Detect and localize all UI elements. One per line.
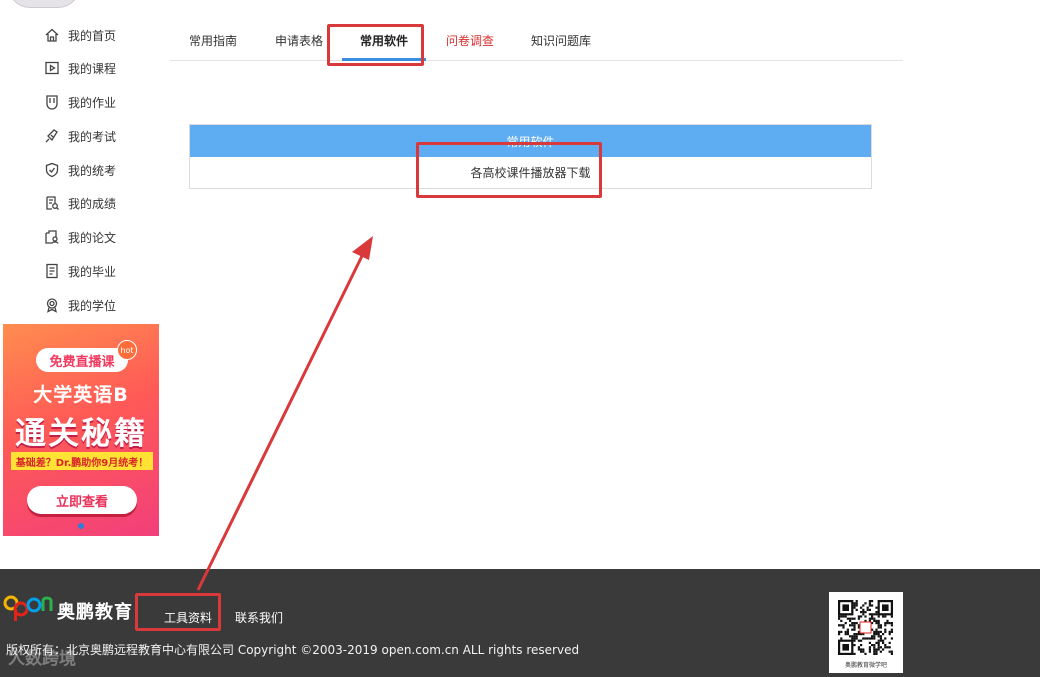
software-table: 常用软件 各高校课件播放器下载: [189, 124, 872, 189]
table-row[interactable]: 各高校课件播放器下载: [190, 157, 871, 188]
sidebar-item-label: 我的学位: [68, 298, 117, 313]
sidebar-item-label: 我的首页: [68, 28, 117, 43]
logo-text: 奥鹏教育: [57, 602, 133, 623]
sidebar-item-degree[interactable]: 我的学位: [44, 294, 116, 316]
tab-survey[interactable]: 问卷调查: [446, 32, 494, 49]
footer-link-tools[interactable]: 工具资料: [164, 609, 212, 626]
sidebar-item-label: 我的毕业: [68, 264, 117, 279]
banner-title: 大学英语B: [33, 384, 129, 406]
sidebar-item-label: 我的课程: [68, 61, 117, 76]
qr-caption: 奥鹏教育微学吧: [844, 662, 887, 669]
watermark: 人数跨境: [8, 649, 76, 669]
sidebar-item-label: 我的论文: [68, 230, 117, 245]
tab-bar: 常用指南 申请表格 常用软件 问卷调查 知识问题库: [170, 22, 903, 61]
tab-knowledge-base[interactable]: 知识问题库: [531, 32, 591, 49]
promo-banner[interactable]: 免费直播课 hot 大学英语B 通关秘籍 基础差？Dr.鹏助你9月统考！ 立即查…: [3, 324, 159, 536]
banner-cta-button[interactable]: 立即查看: [27, 486, 137, 514]
graduation-icon: [44, 263, 60, 279]
sidebar-item-assignments[interactable]: 我的作业: [44, 91, 116, 113]
sidebar-item-thesis[interactable]: 我的论文: [44, 226, 116, 248]
sidebar-item-label: 我的统考: [68, 163, 117, 178]
footer-link-contact[interactable]: 联系我们: [235, 609, 283, 626]
footer: 奥鹏教育 工具资料 联系我们 版权所有：北京奥鹏远程教育中心有限公司 Copyr…: [0, 569, 1040, 677]
banner-pill: 免费直播课: [36, 348, 128, 372]
medal-icon: [44, 297, 60, 313]
sidebar-item-courses[interactable]: 我的课程: [44, 57, 116, 79]
sidebar-item-label: 我的成绩: [68, 196, 117, 211]
exam-icon: [44, 128, 60, 144]
tab-guide[interactable]: 常用指南: [189, 32, 237, 49]
avatar[interactable]: [8, 0, 80, 8]
open-logo-icon: [3, 595, 53, 621]
sidebar-item-label: 我的作业: [68, 95, 117, 110]
sidebar-item-unified-exam[interactable]: 我的统考: [44, 159, 116, 181]
banner-strip: 基础差？Dr.鹏助你9月统考！: [11, 452, 153, 470]
carousel-dot[interactable]: [78, 523, 84, 529]
hot-badge: hot: [117, 340, 137, 360]
table-header: 常用软件: [190, 125, 871, 157]
sidebar-item-label: 我的考试: [68, 129, 117, 144]
sidebar-item-grades[interactable]: 我的成绩: [44, 192, 116, 214]
tab-forms[interactable]: 申请表格: [275, 32, 323, 49]
assignment-icon: [44, 94, 60, 110]
paper-icon: [44, 229, 60, 245]
qr-code-icon: [838, 600, 893, 655]
active-tab-indicator: [342, 58, 426, 61]
tab-software[interactable]: 常用软件: [360, 32, 408, 49]
copyright-text: 版权所有：北京奥鹏远程教育中心有限公司 Copyright ©2003-2019…: [6, 643, 580, 657]
play-icon: [44, 60, 60, 76]
sidebar-item-exams[interactable]: 我的考试: [44, 125, 116, 147]
banner-headline: 通关秘籍: [15, 416, 147, 452]
qr-code: 奥鹏教育微学吧: [829, 592, 903, 673]
home-icon: [44, 27, 60, 43]
grade-icon: [44, 195, 60, 211]
shield-check-icon: [44, 162, 60, 178]
sidebar-item-graduation[interactable]: 我的毕业: [44, 260, 116, 282]
sidebar-item-home[interactable]: 我的首页: [44, 24, 116, 46]
